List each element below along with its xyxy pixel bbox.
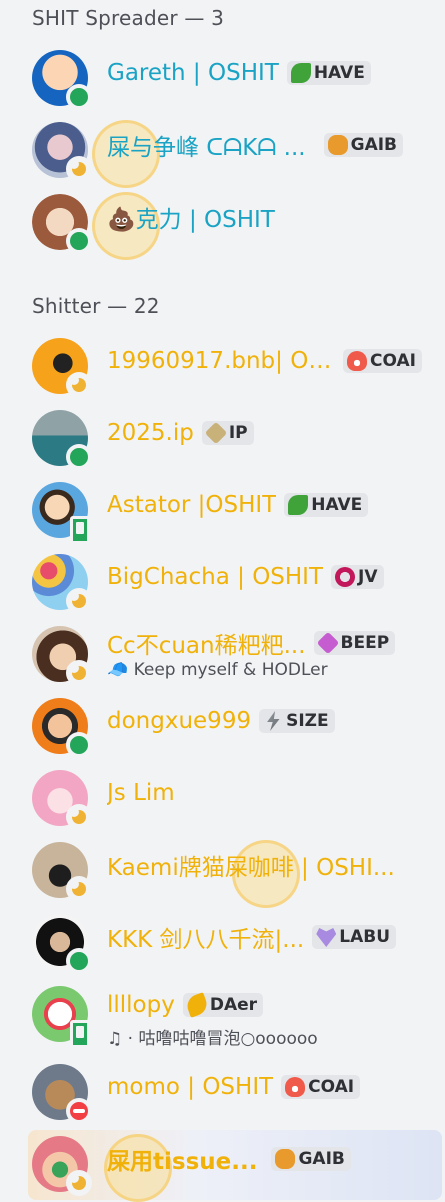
member-name: Kaemi牌猫屎咖啡 | OSHI... <box>107 855 395 881</box>
member-name: 2025.ip <box>107 420 194 446</box>
status-online-icon <box>66 948 92 974</box>
member-name: Js Lim <box>107 780 175 806</box>
member-item[interactable]: 2025.ip IP <box>0 404 445 476</box>
frog-icon <box>327 135 348 155</box>
member-item[interactable]: 💩克力 | OSHIT <box>0 188 445 260</box>
member-item[interactable]: Js Lim <box>0 764 445 836</box>
avatar <box>32 410 92 470</box>
avatar <box>32 194 92 254</box>
member-tag: IP <box>201 421 254 445</box>
member-item[interactable]: dongxue999 SIZE <box>0 692 445 764</box>
status-idle-icon <box>66 156 92 182</box>
status-mobile-icon <box>70 1020 90 1048</box>
avatar <box>32 338 92 398</box>
avatar <box>32 50 92 110</box>
leaf-icon <box>288 495 309 515</box>
member-tag: COAI <box>343 349 422 373</box>
member-tag: GAIB <box>271 1147 351 1171</box>
status-online-icon <box>66 84 92 110</box>
member-name: Astator |OSHIT <box>107 492 277 518</box>
member-item[interactable]: BigChacha | OSHIT JV <box>0 548 445 620</box>
member-tag: LABU <box>312 925 397 949</box>
avatar <box>32 1136 92 1196</box>
member-name: dongxue999 <box>107 708 252 734</box>
member-tag: JV <box>331 565 384 589</box>
member-item[interactable]: Cc不cuan稀粑粑... BEEP 🧢 Keep myself & HODLe… <box>0 620 445 692</box>
avatar <box>32 1064 92 1124</box>
avatar <box>32 770 92 830</box>
member-name: BigChacha | OSHIT <box>107 564 324 590</box>
avatar <box>32 986 90 1048</box>
member-name: 屎与争峰 ᑕᗩKᗩ ... <box>107 135 306 161</box>
status-idle-icon <box>66 588 92 614</box>
avatar <box>32 554 92 614</box>
avatar <box>32 122 92 182</box>
bolt-icon <box>267 711 280 731</box>
status-idle-icon <box>66 660 92 686</box>
flame-icon <box>347 351 367 371</box>
status-idle-icon <box>66 804 92 830</box>
member-item[interactable]: KKK 剑八八千流|... LABU <box>0 908 445 980</box>
avatar <box>32 626 92 686</box>
status-online-icon <box>66 228 92 254</box>
custom-status: 🧢 Keep myself & HODLer <box>107 660 328 680</box>
member-tag: SIZE <box>259 709 335 733</box>
flame-icon <box>285 1077 306 1097</box>
member-name: 屎用tissue... <box>107 1149 258 1175</box>
member-item[interactable]: momo | OSHIT COAI <box>0 1058 445 1130</box>
member-tag: HAVE <box>284 493 369 517</box>
section-header-shitter: Shitter — 22 <box>32 294 160 318</box>
frog-icon <box>275 1149 296 1169</box>
member-item[interactable]: 屎与争峰 ᑕᗩKᗩ ... GAIB <box>0 116 445 188</box>
member-tag: DAer <box>182 992 264 1018</box>
heart-icon <box>316 928 337 947</box>
leaf-icon <box>290 63 311 83</box>
status-idle-icon <box>66 1170 92 1196</box>
member-item[interactable]: llllopy DAer ♫ · 咕噜咕噜冒泡○oooooo <box>0 980 445 1052</box>
custom-status: ♫ · 咕噜咕噜冒泡○oooooo <box>107 1029 318 1049</box>
avatar <box>32 482 90 544</box>
diamond-icon <box>204 421 228 445</box>
member-item[interactable]: Astator |OSHIT HAVE <box>0 476 445 548</box>
member-name: 19960917.bnb| OS... <box>107 348 335 374</box>
member-item[interactable]: 屎用tissue... GAIB <box>0 1130 445 1202</box>
status-online-icon <box>66 732 92 758</box>
member-tag: BEEP <box>313 631 396 655</box>
member-item[interactable]: Kaemi牌猫屎咖啡 | OSHI... <box>0 836 445 908</box>
member-tag: HAVE <box>286 61 371 85</box>
member-item[interactable]: 19960917.bnb| OS... COAI <box>0 332 445 404</box>
diamond-icon <box>316 631 339 655</box>
member-tag: GAIB <box>323 133 404 157</box>
avatar <box>32 914 92 974</box>
member-name: llllopy <box>107 992 175 1018</box>
avatar <box>32 698 92 758</box>
ring-icon <box>335 567 356 587</box>
status-idle-icon <box>66 876 92 902</box>
member-tag: COAI <box>281 1075 361 1099</box>
feather-icon <box>184 992 210 1018</box>
status-dnd-icon <box>66 1098 92 1124</box>
status-idle-icon <box>66 372 92 398</box>
member-name: KKK 剑八八千流|... <box>107 927 305 953</box>
status-mobile-icon <box>70 516 90 544</box>
member-name: Gareth | OSHIT <box>107 60 279 86</box>
member-name: Cc不cuan稀粑粑... <box>107 633 306 659</box>
member-item[interactable]: Gareth | OSHIT HAVE <box>0 44 445 116</box>
avatar <box>32 842 92 902</box>
member-name: momo | OSHIT <box>107 1074 274 1100</box>
section-header-spreader: SHIT Spreader — 3 <box>32 6 225 30</box>
status-online-icon <box>66 444 92 470</box>
member-name: 💩克力 | OSHIT <box>107 207 275 233</box>
